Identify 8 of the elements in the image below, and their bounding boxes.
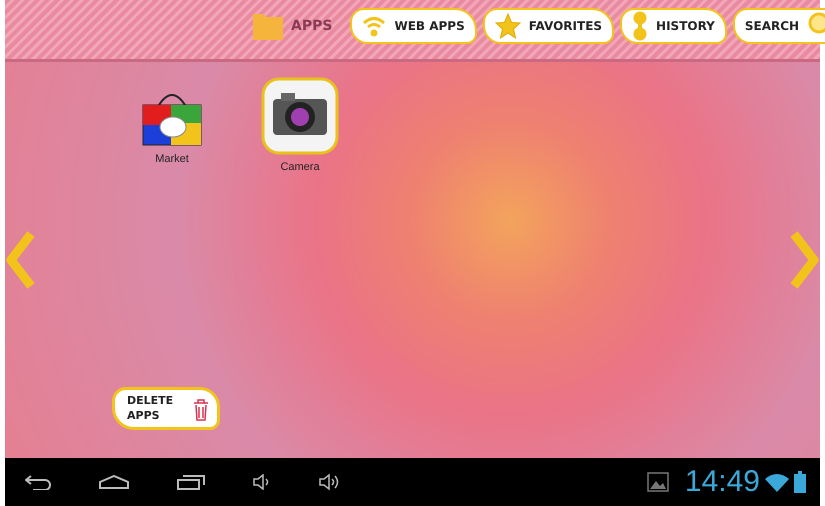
delete-apps-button[interactable]: DELETE APPS [112, 387, 220, 430]
tab[interactable]: SEARCH [732, 8, 825, 44]
clock-time: 14:49 [684, 467, 760, 497]
tab[interactable]: HISTORY [620, 8, 727, 44]
app-shortcut[interactable]: Market [132, 88, 212, 168]
tab[interactable]: WEB APPS [350, 8, 477, 44]
tab[interactable]: FAVORITES [482, 8, 614, 44]
app-shortcut[interactable]: Camera [260, 76, 340, 176]
